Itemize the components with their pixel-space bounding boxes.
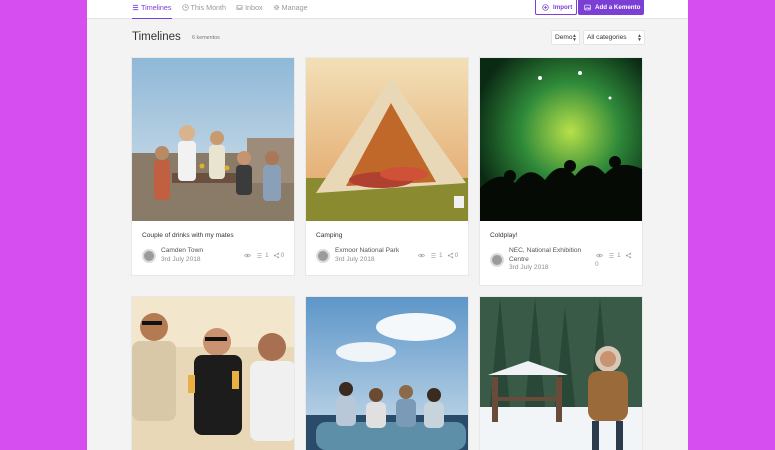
plus-circle-icon: [542, 3, 549, 11]
card-location: Exmoor National Park 3rd July 2018: [316, 247, 399, 264]
card-stats: 1 0: [418, 252, 458, 259]
location-name: Camden Town: [161, 247, 204, 254]
card-date: 3rd July 2018: [335, 255, 375, 263]
card-date: 3rd July 2018: [509, 264, 549, 271]
location-avatar: [142, 249, 156, 263]
location-name: NEC, National Exhibition: [509, 247, 582, 254]
inbox-icon: [236, 4, 243, 10]
link-count: 1: [265, 252, 269, 259]
gear-icon: [273, 4, 279, 10]
import-button[interactable]: Import: [535, 0, 577, 15]
kemento-count: 6 kementos: [192, 35, 220, 41]
location-avatar: [316, 249, 330, 263]
location-name: Exmoor National Park: [335, 247, 400, 254]
share-icon[interactable]: [625, 252, 632, 259]
category-select[interactable]: All categories ▲ ▼: [583, 30, 645, 45]
list-icon: [132, 4, 139, 10]
location-name-cont: Centre: [509, 255, 529, 263]
add-kemento-button[interactable]: Add a Kemento: [578, 0, 644, 15]
app-sheet: Timelines This Month Inbox Manage Import…: [87, 0, 688, 450]
card-title: Coldplay!: [490, 232, 518, 239]
list-icon: [257, 253, 262, 258]
kemento-card[interactable]: [479, 296, 643, 450]
nav-label: Timelines: [141, 3, 172, 12]
kemento-card[interactable]: [131, 296, 295, 450]
link-count: 1: [439, 252, 443, 259]
card-stats: 1 0: [244, 252, 284, 259]
share-count: 0: [454, 252, 459, 259]
eye-icon[interactable]: [244, 252, 251, 259]
category-select-value: All categories: [587, 34, 627, 41]
page-title: Timelines: [132, 31, 181, 43]
list-icon: [431, 253, 436, 258]
card-photo: [306, 58, 468, 221]
nav-label: Manage: [281, 3, 308, 12]
kemento-card[interactable]: Coldplay! NEC, National Exhibition Centr…: [479, 57, 643, 286]
kemento-card[interactable]: Couple of drinks with my mates Camden To…: [131, 57, 295, 276]
link-count: 1: [617, 252, 621, 259]
nav-label: This Month: [190, 3, 227, 12]
add-kemento-label: Add a Kemento: [595, 4, 641, 11]
nav-item-this-month[interactable]: This Month: [181, 0, 227, 19]
import-label: Import: [553, 3, 573, 11]
share-count: 0: [595, 261, 599, 268]
list-icon: [609, 253, 614, 258]
demo-select[interactable]: Demo ▲ ▼: [551, 30, 580, 45]
card-photo: [306, 297, 468, 450]
demo-select-value: Demo: [555, 34, 573, 41]
card-location: Camden Town 3rd July 2018: [142, 247, 203, 264]
card-photo: [480, 297, 642, 450]
card-title: Couple of drinks with my mates: [142, 232, 234, 239]
location-avatar: [490, 253, 504, 267]
clock-icon: [181, 3, 189, 11]
card-photo: [480, 58, 642, 221]
sort-caret-icon: ▲ ▼: [637, 33, 642, 43]
eye-icon[interactable]: [418, 252, 425, 259]
image-icon: [584, 4, 591, 11]
share-icon[interactable]: [273, 252, 280, 259]
share-icon[interactable]: [447, 252, 454, 259]
kemento-card[interactable]: Camping Exmoor National Park 3rd July 20…: [305, 57, 469, 276]
card-stats: 1: [596, 252, 632, 259]
kemento-card[interactable]: [305, 296, 469, 450]
card-photo: [132, 58, 294, 221]
card-title: Camping: [316, 232, 343, 239]
nav-item-inbox[interactable]: Inbox: [236, 0, 263, 19]
card-location: NEC, National Exhibition Centre 3rd July…: [490, 247, 581, 273]
main-nav: Timelines This Month Inbox Manage: [132, 0, 318, 19]
nav-item-timelines[interactable]: Timelines: [132, 0, 172, 19]
nav-label: Inbox: [245, 3, 263, 12]
eye-icon[interactable]: [596, 252, 603, 259]
top-bar: Timelines This Month Inbox Manage Import…: [87, 0, 688, 19]
nav-item-manage[interactable]: Manage: [273, 0, 308, 19]
share-count: 0: [280, 252, 285, 259]
card-photo: [132, 297, 294, 450]
card-date: 3rd July 2018: [161, 255, 201, 263]
sort-caret-icon: ▲ ▼: [572, 33, 577, 43]
